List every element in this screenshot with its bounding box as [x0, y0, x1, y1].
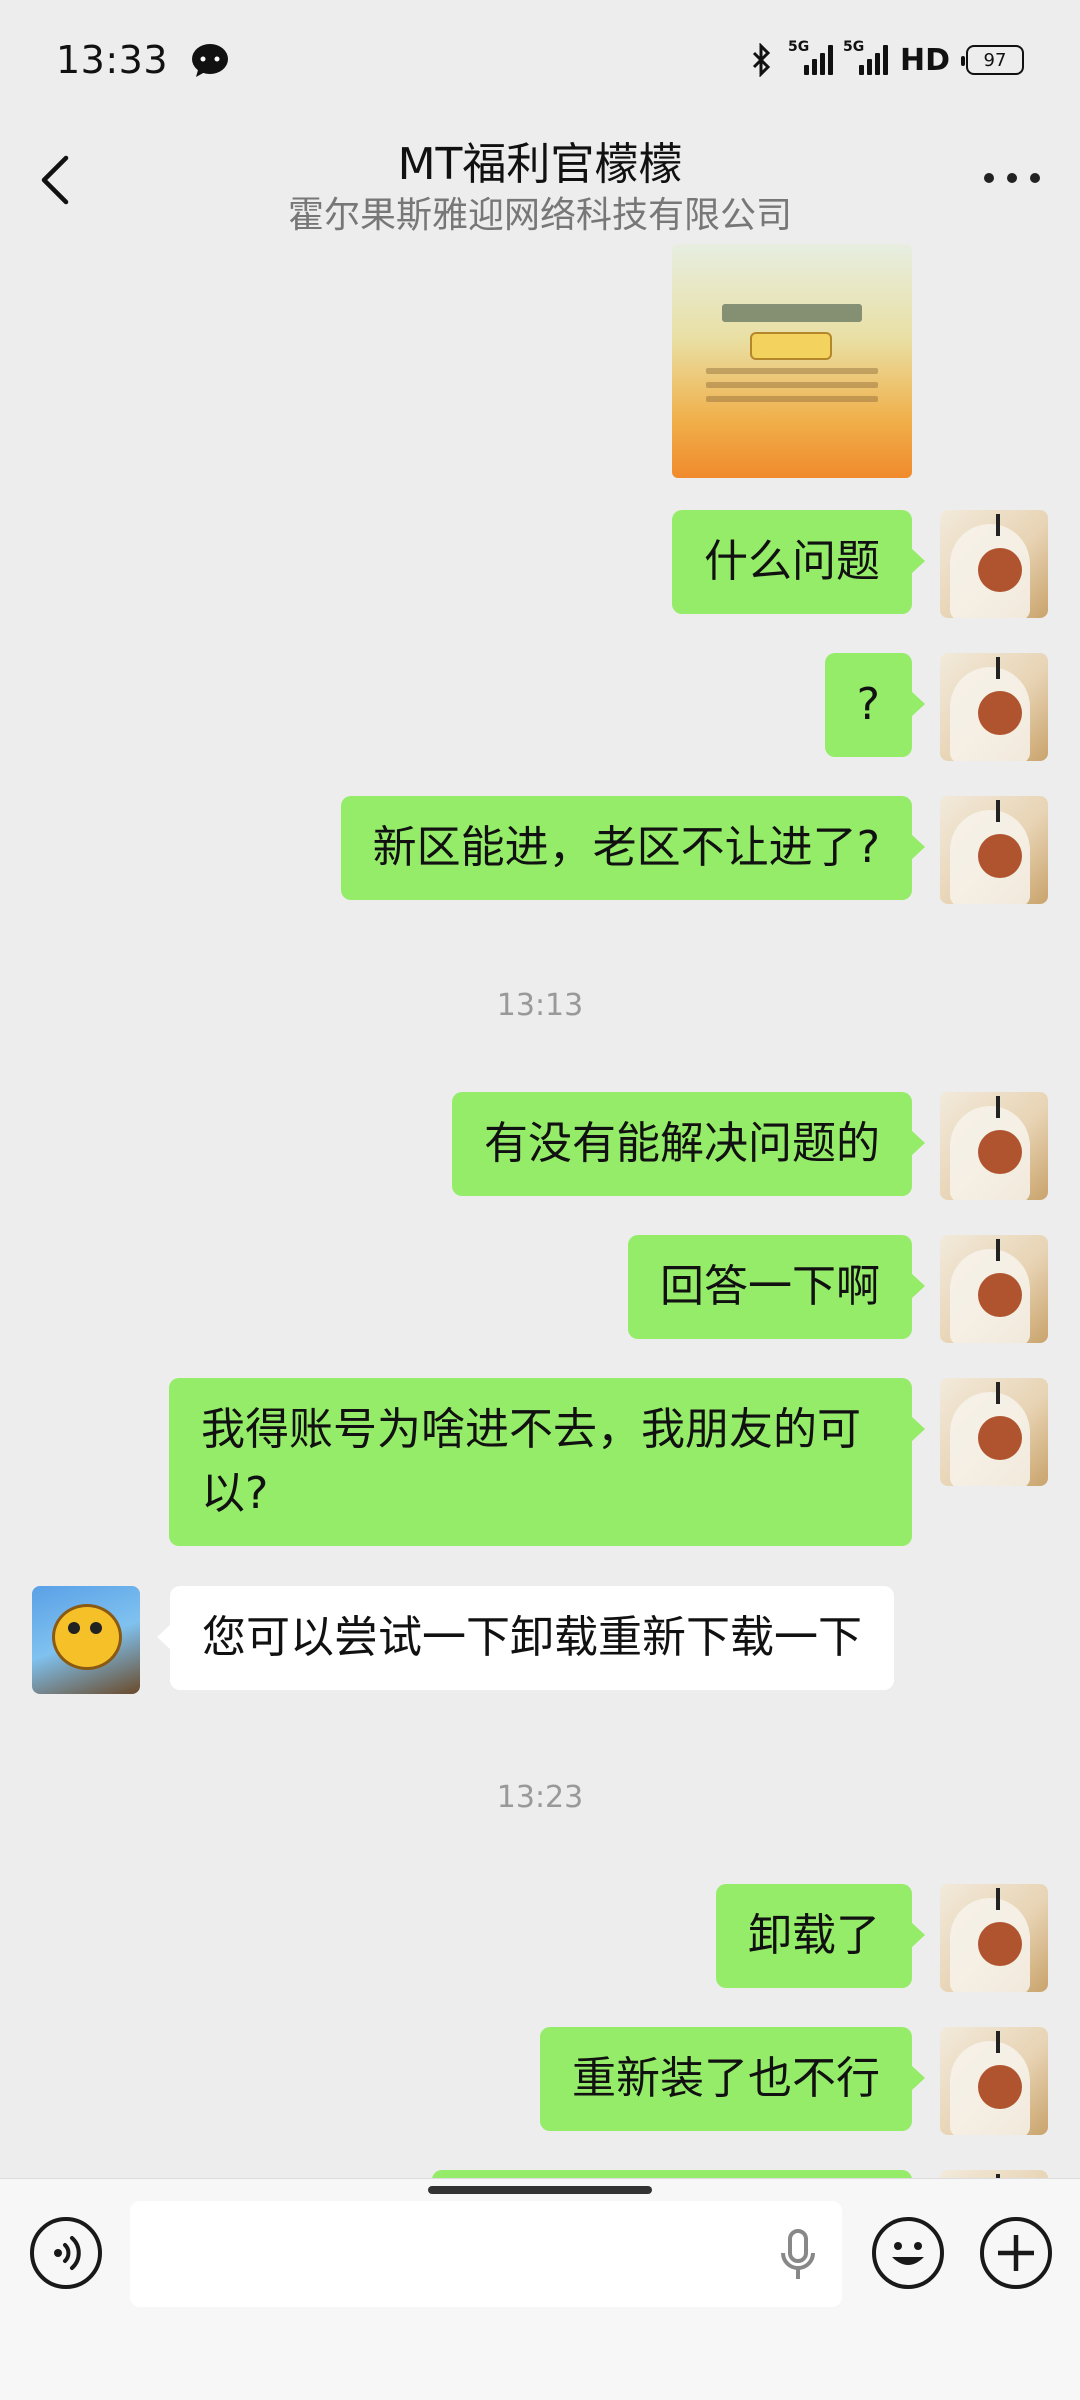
my-avatar[interactable] — [940, 1378, 1048, 1486]
battery-icon: 97 — [961, 45, 1024, 75]
emoji-icon[interactable] — [872, 2217, 944, 2289]
status-bar: 13:33 5G 5G HD 97 — [0, 0, 1080, 120]
my-avatar[interactable] — [940, 510, 1048, 618]
message-text: 我得账号为啥进不去，我朋友的可以? — [201, 1404, 861, 1519]
timestamp: 13:23 — [496, 1780, 584, 1815]
signal-1-icon: 5G — [788, 39, 833, 75]
my-avatar[interactable] — [940, 2027, 1048, 2135]
image-message[interactable] — [672, 244, 912, 478]
bluetooth-icon — [752, 43, 771, 77]
chat-notification-icon — [192, 44, 229, 77]
network-type-1: 5G — [787, 39, 810, 55]
message-text: 回答一下啊 — [660, 1261, 880, 1312]
message-input[interactable] — [130, 2201, 842, 2307]
message-bubble-sent[interactable]: ? — [824, 653, 926, 757]
my-avatar[interactable] — [940, 1235, 1048, 1343]
message-text: 新区能进，老区不让进了? — [372, 822, 880, 873]
battery-level: 97 — [983, 49, 1007, 71]
message-bubble-sent[interactable]: 卸载了 — [716, 1884, 925, 1988]
message-bubble-sent[interactable]: 我得账号为啥进不去，我朋友的可以? — [169, 1378, 925, 1546]
signal-2-icon: 5G — [843, 39, 888, 75]
more-dots-icon[interactable] — [984, 170, 1040, 186]
home-indicator[interactable] — [428, 2186, 652, 2194]
message-text: 有没有能解决问题的 — [484, 1118, 880, 1169]
microphone-icon[interactable] — [778, 2229, 818, 2283]
my-avatar[interactable] — [940, 2170, 1048, 2178]
message-text: 您可以尝试一下卸载重新下载一下 — [202, 1612, 862, 1663]
message-bubble-sent[interactable]: 回答一下啊 — [628, 1235, 925, 1339]
chat-header: MT福利官檬檬 霍尔果斯雅迎网络科技有限公司 — [0, 120, 1080, 240]
message-list[interactable]: 什么问题 ? 新区能进，老区不让进了? 13:13 有没有能解决问题的 回答一下… — [0, 240, 1080, 2178]
voice-icon[interactable] — [30, 2217, 102, 2289]
input-bar — [0, 2178, 1080, 2400]
message-text: 重新装了也不行 — [572, 2053, 880, 2104]
status-icons: 5G 5G HD 97 — [748, 39, 1024, 78]
message-bubble-sent[interactable]: 有没有能解决问题的 — [452, 1092, 925, 1196]
status-time: 13:33 — [56, 38, 169, 82]
hd-label: HD — [899, 42, 950, 78]
contact-avatar[interactable] — [32, 1586, 140, 1694]
message-bubble-received[interactable]: 您可以尝试一下卸载重新下载一下 — [157, 1586, 894, 1690]
timestamp: 13:13 — [496, 988, 584, 1023]
message-text: 什么问题 — [704, 536, 880, 587]
message-bubble-sent[interactable]: 什么问题 — [672, 510, 925, 614]
plus-icon[interactable] — [980, 2217, 1052, 2289]
message-text: 卸载了 — [748, 1910, 880, 1961]
message-bubble-sent[interactable]: 新区能进，老区不让进了? — [340, 796, 926, 900]
message-bubble-sent[interactable] — [432, 2170, 912, 2178]
network-type-2: 5G — [842, 39, 865, 55]
chat-subtitle: 霍尔果斯雅迎网络科技有限公司 — [287, 195, 792, 236]
message-bubble-sent[interactable]: 重新装了也不行 — [540, 2027, 925, 2131]
my-avatar[interactable] — [940, 1884, 1048, 1992]
message-text: ? — [856, 679, 880, 730]
chat-title: MT福利官檬檬 — [397, 139, 683, 190]
my-avatar[interactable] — [940, 653, 1048, 761]
my-avatar[interactable] — [940, 796, 1048, 904]
my-avatar[interactable] — [940, 1092, 1048, 1200]
